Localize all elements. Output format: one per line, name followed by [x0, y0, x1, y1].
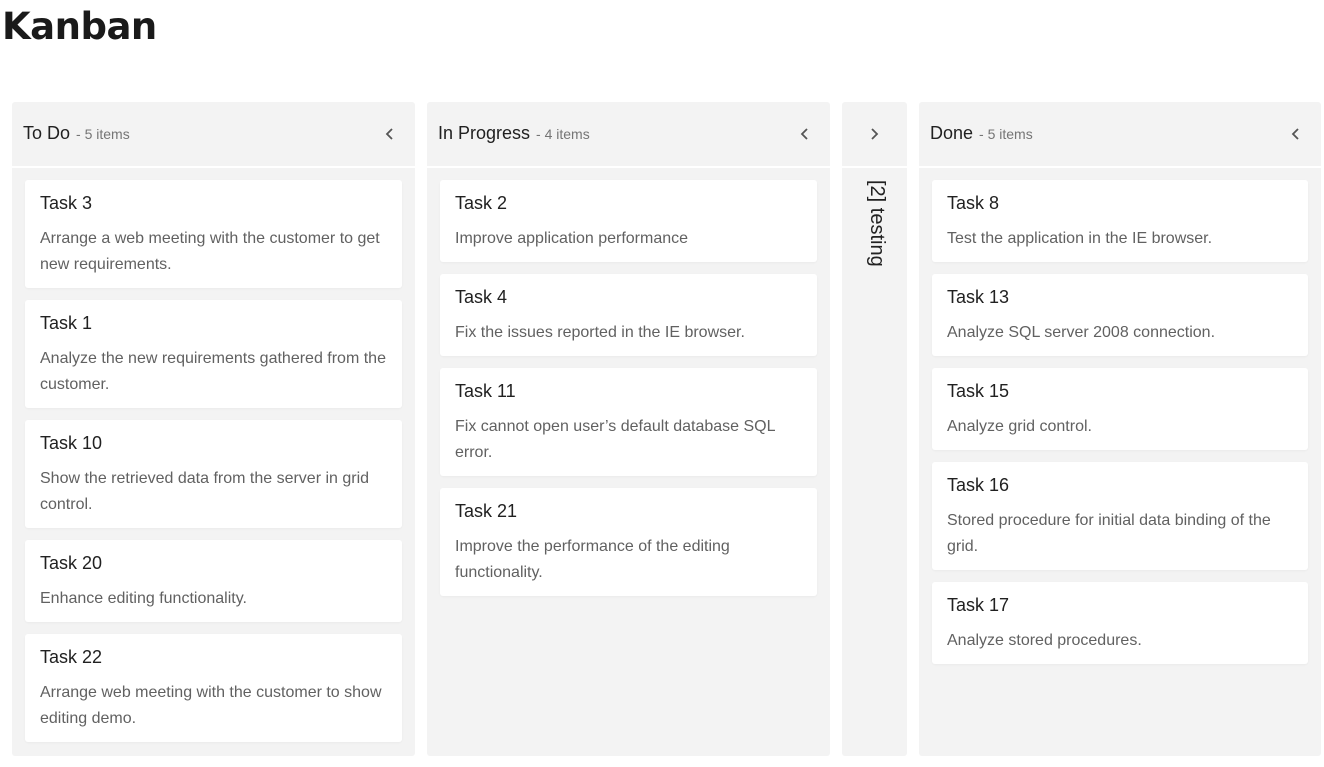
- card-content: Show the retrieved data from the server …: [40, 470, 370, 513]
- chevron-left-icon: [1291, 128, 1299, 140]
- card-content: Analyze the new requirements gathered fr…: [40, 350, 386, 393]
- column-header: In Progress - 4 items: [427, 102, 830, 166]
- card-title: Task 11: [455, 381, 516, 401]
- card-content: Arrange a web meeting with the customer …: [40, 230, 380, 273]
- column-header: To Do - 5 items: [12, 102, 415, 166]
- kanban-card[interactable]: Task 8 Test the application in the IE br…: [932, 180, 1308, 262]
- column-testing-collapsed: [2] testing: [842, 102, 907, 756]
- kanban-card[interactable]: Task 11 Fix cannot open user’s default d…: [440, 368, 817, 476]
- column-item-count: - 4 items: [536, 126, 590, 142]
- kanban-card[interactable]: Task 21 Improve the performance of the e…: [440, 488, 817, 596]
- collapse-column-button[interactable]: [378, 122, 402, 146]
- card-title: Task 2: [455, 193, 508, 213]
- chevron-left-icon: [385, 128, 393, 140]
- column-todo: To Do - 5 items Task 3 Arrange a web meet…: [12, 102, 415, 756]
- column-body: Task 2 Improve application performance T…: [427, 168, 830, 756]
- kanban-card[interactable]: Task 17 Analyze stored procedures.: [932, 582, 1308, 664]
- kanban-card[interactable]: Task 22 Arrange web meeting with the cus…: [25, 634, 402, 742]
- card-content: Fix cannot open user’s default database …: [455, 418, 775, 461]
- column-item-count: - 5 items: [979, 126, 1033, 142]
- column-header-text: To Do: [23, 123, 71, 143]
- kanban-card[interactable]: Task 1 Analyze the new requirements gath…: [25, 300, 402, 408]
- card-title: Task 10: [40, 433, 103, 453]
- column-title: In Progress - 4 items: [438, 122, 590, 145]
- kanban-card[interactable]: Task 20 Enhance editing functionality.: [25, 540, 402, 622]
- kanban-card[interactable]: Task 13 Analyze SQL server 2008 connecti…: [932, 274, 1308, 356]
- card-content: Analyze stored procedures.: [947, 632, 1142, 649]
- column-header-text: In Progress: [438, 123, 531, 143]
- card-content: Test the application in the IE browser.: [947, 230, 1213, 247]
- card-title: Task 21: [455, 501, 518, 521]
- column-body: Task 3 Arrange a web meeting with the cu…: [12, 168, 415, 756]
- expand-column-button[interactable]: [862, 122, 886, 146]
- collapse-column-button[interactable]: [793, 122, 817, 146]
- card-title: Task 22: [40, 647, 103, 667]
- column-title: Done - 5 items: [930, 122, 1033, 145]
- column-body: [2] testing: [842, 168, 907, 756]
- card-title: Task 15: [947, 381, 1010, 401]
- column-title: To Do - 5 items: [23, 122, 130, 145]
- kanban-card[interactable]: Task 16 Stored procedure for initial dat…: [932, 462, 1308, 570]
- chevron-left-icon: [800, 128, 808, 140]
- card-content: Improve application performance: [455, 230, 689, 247]
- card-title: Task 4: [455, 287, 508, 307]
- column-header: [842, 102, 907, 166]
- collapse-column-button[interactable]: [1284, 122, 1308, 146]
- chevron-right-icon: [871, 128, 879, 140]
- card-title: Task 20: [40, 553, 103, 573]
- kanban-card[interactable]: Task 10 Show the retrieved data from the…: [25, 420, 402, 528]
- kanban-card[interactable]: Task 4 Fix the issues reported in the IE…: [440, 274, 817, 356]
- card-content: Analyze SQL server 2008 connection.: [947, 324, 1216, 341]
- card-content: Fix the issues reported in the IE browse…: [455, 324, 745, 341]
- column-done: Done - 5 items Task 8 Test the applicatio…: [919, 102, 1321, 756]
- card-title: Task 17: [947, 595, 1010, 615]
- column-header-text: Done: [930, 123, 974, 143]
- card-title: Task 16: [947, 475, 1010, 495]
- column-header: Done - 5 items: [919, 102, 1321, 166]
- card-content: Enhance editing functionality.: [40, 590, 247, 607]
- kanban-card[interactable]: Task 15 Analyze grid control.: [932, 368, 1308, 450]
- card-content: Improve the performance of the editing f…: [455, 538, 730, 581]
- column-body: Task 8 Test the application in the IE br…: [919, 168, 1321, 756]
- page-title: Kanban: [2, 5, 157, 48]
- card-content: Stored procedure for initial data bindin…: [947, 512, 1271, 555]
- kanban-board: To Do - 5 items Task 3 Arrange a web meet…: [12, 102, 1321, 756]
- card-title: Task 3: [40, 193, 93, 213]
- card-content: Arrange web meeting with the customer to…: [40, 684, 382, 727]
- column-item-count: - 5 items: [76, 126, 130, 142]
- card-title: Task 1: [40, 313, 93, 333]
- collapsed-column-label: [2] testing: [866, 180, 888, 267]
- kanban-card[interactable]: Task 3 Arrange a web meeting with the cu…: [25, 180, 402, 288]
- card-content: Analyze grid control.: [947, 418, 1092, 435]
- card-title: Task 8: [947, 193, 1000, 213]
- column-in-progress: In Progress - 4 items Task 2 Improve appl…: [427, 102, 830, 756]
- card-title: Task 13: [947, 287, 1010, 307]
- kanban-card[interactable]: Task 2 Improve application performance: [440, 180, 817, 262]
